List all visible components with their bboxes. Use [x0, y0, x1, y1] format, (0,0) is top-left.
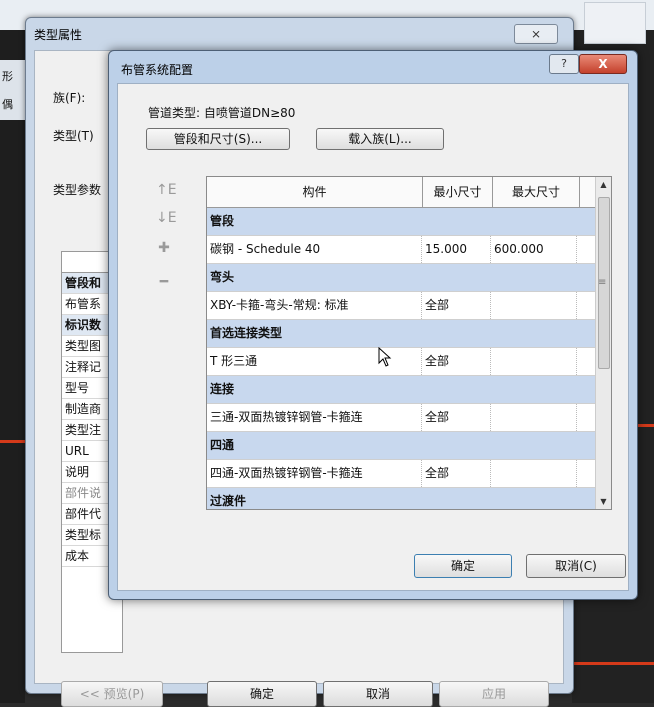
close-button[interactable]: ⨯ — [514, 24, 558, 44]
max-size-cell[interactable]: 600.000 — [491, 236, 577, 263]
strip-label-2: 偶 — [2, 98, 13, 111]
help-button[interactable]: ? — [549, 54, 579, 74]
dialog-body: 管道类型: 自喷管道DN≥80 管段和尺寸(S)... 载入族(L)... ↑E… — [117, 83, 629, 591]
segments-sizes-button[interactable]: 管段和尺寸(S)... — [146, 128, 290, 150]
max-size-cell[interactable] — [491, 460, 577, 487]
type-label: 类型(T) — [53, 129, 94, 143]
pipe-type-label: 管道类型: 自喷管道DN≥80 — [148, 106, 296, 120]
min-size-cell[interactable]: 全部 — [422, 460, 491, 487]
group-label: 连接 — [207, 376, 596, 403]
family-label: 族(F): — [53, 91, 86, 105]
table-group-row[interactable]: 管段 — [207, 208, 611, 236]
component-cell[interactable]: 碳钢 - Schedule 40 — [207, 236, 422, 263]
table-group-row[interactable]: 首选连接类型 — [207, 320, 611, 348]
scroll-grip-icon: ≡ — [598, 277, 607, 288]
group-label: 过渡件 — [207, 488, 596, 509]
remove-row-icon[interactable]: ━ — [156, 274, 172, 290]
dialog-title: 类型属性 — [34, 28, 83, 42]
load-family-button[interactable]: 载入族(L)... — [316, 128, 444, 150]
background-panel-strip: 形 偶 — [0, 60, 25, 120]
preview-button[interactable]: << 预览(P) — [61, 681, 163, 707]
table-row[interactable]: XBY-卡箍-弯头-常规: 标准 全部 — [207, 292, 611, 320]
table-row[interactable]: T 形三通 全部 — [207, 348, 611, 376]
column-header-max-size[interactable]: 最大尺寸 — [493, 177, 580, 207]
apply-button[interactable]: 应用 — [439, 681, 549, 707]
ok-button[interactable]: 确定 — [207, 681, 317, 707]
max-size-cell[interactable] — [491, 292, 577, 319]
canvas-line — [572, 662, 654, 665]
move-down-icon[interactable]: ↓E — [156, 210, 177, 226]
min-size-cell[interactable]: 15.000 — [422, 236, 491, 263]
table-row[interactable]: 碳钢 - Schedule 40 15.000 600.000 — [207, 236, 611, 264]
vertical-scrollbar[interactable]: ▲ ≡ ▼ — [595, 177, 611, 509]
table-group-row[interactable]: 连接 — [207, 376, 611, 404]
table-row[interactable]: 三通-双面热镀锌钢管-卡箍连 全部 — [207, 404, 611, 432]
move-up-icon[interactable]: ↑E — [156, 182, 177, 198]
cancel-button[interactable]: 取消 — [323, 681, 433, 707]
column-header-component[interactable]: 构件 — [207, 177, 423, 207]
component-cell[interactable]: 四通-双面热镀锌钢管-卡箍连 — [207, 460, 422, 487]
ok-button[interactable]: 确定 — [414, 554, 512, 578]
mouse-cursor-icon — [378, 347, 392, 367]
column-header-min-size[interactable]: 最小尺寸 — [423, 177, 493, 207]
group-label: 管段 — [207, 208, 596, 235]
table-header: 构件 最小尺寸 最大尺寸 — [207, 177, 611, 208]
scroll-down-icon[interactable]: ▼ — [596, 494, 611, 509]
component-cell[interactable]: 三通-双面热镀锌钢管-卡箍连 — [207, 404, 422, 431]
view-cube-icon[interactable] — [584, 2, 646, 44]
add-row-icon[interactable]: ✚ — [156, 240, 172, 256]
group-label: 首选连接类型 — [207, 320, 596, 347]
group-label: 四通 — [207, 432, 596, 459]
group-label: 弯头 — [207, 264, 596, 291]
routing-table: 构件 最小尺寸 最大尺寸 管段 碳钢 - Schedule 40 15.000 600… — [206, 176, 612, 510]
cancel-button[interactable]: 取消(C) — [526, 554, 626, 578]
min-size-cell[interactable]: 全部 — [422, 292, 491, 319]
table-group-row[interactable]: 弯头 — [207, 264, 611, 292]
table-group-row[interactable]: 四通 — [207, 432, 611, 460]
min-size-cell[interactable]: 全部 — [422, 348, 491, 375]
dialog-title: 布管系统配置 — [121, 63, 194, 77]
close-button[interactable]: X — [579, 54, 627, 74]
background-canvas-left — [0, 30, 25, 703]
routing-preferences-dialog: 布管系统配置 ? X 管道类型: 自喷管道DN≥80 管段和尺寸(S)... 载… — [108, 50, 638, 600]
type-params-label: 类型参数 — [53, 183, 102, 197]
component-cell[interactable]: XBY-卡箍-弯头-常规: 标准 — [207, 292, 422, 319]
scroll-up-icon[interactable]: ▲ — [596, 177, 611, 192]
min-size-cell[interactable]: 全部 — [422, 404, 491, 431]
max-size-cell[interactable] — [491, 404, 577, 431]
table-group-row[interactable]: 过渡件 — [207, 488, 611, 509]
table-row[interactable]: 四通-双面热镀锌钢管-卡箍连 全部 — [207, 460, 611, 488]
strip-label: 形 — [2, 70, 13, 83]
max-size-cell[interactable] — [491, 348, 577, 375]
canvas-line — [0, 440, 25, 443]
